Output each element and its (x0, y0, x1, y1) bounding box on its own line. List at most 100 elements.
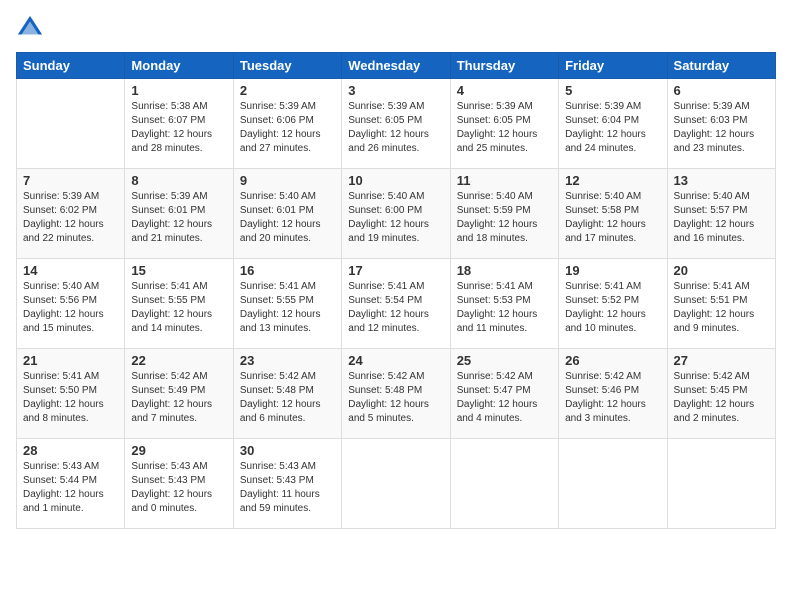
calendar-cell: 26 Sunrise: 5:42 AMSunset: 5:46 PMDayligh… (559, 349, 667, 439)
day-header-friday: Friday (559, 53, 667, 79)
day-number: 22 (131, 353, 226, 368)
calendar-cell: 28Sunrise: 5:43 AMSunset: 5:44 PMDayligh… (17, 439, 125, 529)
day-number: 13 (674, 173, 769, 188)
day-number: 10 (348, 173, 443, 188)
day-number: 17 (348, 263, 443, 278)
day-info: Sunrise: 5:39 AMSunset: 6:04 PMDaylight:… (565, 100, 660, 156)
calendar-cell: 25 Sunrise: 5:42 AMSunset: 5:47 PMDayligh… (450, 349, 558, 439)
day-info: Sunrise: 5:39 AMSunset: 6:06 PMDaylight:… (240, 100, 335, 156)
calendar-cell: 24 Sunrise: 5:42 AMSunset: 5:48 PMDayligh… (342, 349, 450, 439)
day-header-saturday: Saturday (667, 53, 775, 79)
day-info: Sunrise: 5:42 AMSunset: 5:46 PMDaylight:… (565, 370, 660, 426)
day-info: Sunrise: 5:41 AMSunset: 5:55 PMDaylight:… (131, 280, 226, 336)
day-header-wednesday: Wednesday (342, 53, 450, 79)
calendar-cell: 29 Sunrise: 5:43 AMSunset: 5:43 PMDayligh… (125, 439, 233, 529)
day-number: 1 (131, 83, 226, 98)
day-info: Sunrise: 5:42 AMSunset: 5:45 PMDaylight:… (674, 370, 769, 426)
calendar-cell: 10 Sunrise: 5:40 AMSunset: 6:00 PMDayligh… (342, 169, 450, 259)
calendar-cell: 13 Sunrise: 5:40 AMSunset: 5:57 PMDayligh… (667, 169, 775, 259)
day-number: 30 (240, 443, 335, 458)
day-info: Sunrise: 5:43 AMSunset: 5:44 PMDaylight:… (23, 460, 118, 516)
day-info: Sunrise: 5:41 AMSunset: 5:54 PMDaylight:… (348, 280, 443, 336)
calendar-cell: 17 Sunrise: 5:41 AMSunset: 5:54 PMDayligh… (342, 259, 450, 349)
day-number: 4 (457, 83, 552, 98)
calendar-cell: 4 Sunrise: 5:39 AMSunset: 6:05 PMDaylight… (450, 79, 558, 169)
calendar-cell: 6Sunrise: 5:39 AMSunset: 6:03 PMDaylight… (667, 79, 775, 169)
day-info: Sunrise: 5:38 AMSunset: 6:07 PMDaylight:… (131, 100, 226, 156)
calendar-cell: 9 Sunrise: 5:40 AMSunset: 6:01 PMDaylight… (233, 169, 341, 259)
day-number: 19 (565, 263, 660, 278)
page-header (16, 16, 776, 44)
calendar-cell (667, 439, 775, 529)
calendar-cell (450, 439, 558, 529)
calendar-cell (17, 79, 125, 169)
day-number: 11 (457, 173, 552, 188)
calendar-cell: 12 Sunrise: 5:40 AMSunset: 5:58 PMDayligh… (559, 169, 667, 259)
day-number: 6 (674, 83, 769, 98)
calendar-header-row: SundayMondayTuesdayWednesdayThursdayFrid… (17, 53, 776, 79)
day-info: Sunrise: 5:40 AMSunset: 6:00 PMDaylight:… (348, 190, 443, 246)
day-number: 2 (240, 83, 335, 98)
day-info: Sunrise: 5:39 AMSunset: 6:02 PMDaylight:… (23, 190, 118, 246)
day-info: Sunrise: 5:39 AMSunset: 6:01 PMDaylight:… (131, 190, 226, 246)
week-row-2: 7 Sunrise: 5:39 AMSunset: 6:02 PMDaylight… (17, 169, 776, 259)
calendar-cell: 19 Sunrise: 5:41 AMSunset: 5:52 PMDayligh… (559, 259, 667, 349)
day-info: Sunrise: 5:40 AMSunset: 5:58 PMDaylight:… (565, 190, 660, 246)
day-info: Sunrise: 5:42 AMSunset: 5:48 PMDaylight:… (240, 370, 335, 426)
day-header-tuesday: Tuesday (233, 53, 341, 79)
day-number: 25 (457, 353, 552, 368)
day-info: Sunrise: 5:40 AMSunset: 5:56 PMDaylight:… (23, 280, 118, 336)
day-info: Sunrise: 5:40 AMSunset: 6:01 PMDaylight:… (240, 190, 335, 246)
day-number: 27 (674, 353, 769, 368)
week-row-3: 14 Sunrise: 5:40 AMSunset: 5:56 PMDayligh… (17, 259, 776, 349)
calendar-cell: 8 Sunrise: 5:39 AMSunset: 6:01 PMDaylight… (125, 169, 233, 259)
day-info: Sunrise: 5:41 AMSunset: 5:55 PMDaylight:… (240, 280, 335, 336)
day-number: 21 (23, 353, 118, 368)
day-header-monday: Monday (125, 53, 233, 79)
calendar-cell: 30 Sunrise: 5:43 AMSunset: 5:43 PMDayligh… (233, 439, 341, 529)
calendar-cell: 15 Sunrise: 5:41 AMSunset: 5:55 PMDayligh… (125, 259, 233, 349)
calendar-cell: 18Sunrise: 5:41 AMSunset: 5:53 PMDayligh… (450, 259, 558, 349)
calendar-cell: 14 Sunrise: 5:40 AMSunset: 5:56 PMDayligh… (17, 259, 125, 349)
day-info: Sunrise: 5:39 AMSunset: 6:05 PMDaylight:… (348, 100, 443, 156)
day-info: Sunrise: 5:41 AMSunset: 5:50 PMDaylight:… (23, 370, 118, 426)
calendar-cell: 16 Sunrise: 5:41 AMSunset: 5:55 PMDayligh… (233, 259, 341, 349)
day-number: 7 (23, 173, 118, 188)
calendar-cell: 22Sunrise: 5:42 AMSunset: 5:49 PMDayligh… (125, 349, 233, 439)
calendar-cell (559, 439, 667, 529)
day-number: 16 (240, 263, 335, 278)
logo-icon (16, 14, 44, 42)
calendar-cell: 5 Sunrise: 5:39 AMSunset: 6:04 PMDaylight… (559, 79, 667, 169)
logo (16, 16, 46, 44)
day-info: Sunrise: 5:39 AMSunset: 6:05 PMDaylight:… (457, 100, 552, 156)
week-row-1: 1 Sunrise: 5:38 AMSunset: 6:07 PMDaylight… (17, 79, 776, 169)
day-number: 15 (131, 263, 226, 278)
calendar-table: SundayMondayTuesdayWednesdayThursdayFrid… (16, 52, 776, 529)
day-number: 26 (565, 353, 660, 368)
day-info: Sunrise: 5:43 AMSunset: 5:43 PMDaylight:… (131, 460, 226, 516)
calendar-cell: 11 Sunrise: 5:40 AMSunset: 5:59 PMDayligh… (450, 169, 558, 259)
day-number: 14 (23, 263, 118, 278)
day-number: 29 (131, 443, 226, 458)
calendar-cell: 27 Sunrise: 5:42 AMSunset: 5:45 PMDayligh… (667, 349, 775, 439)
day-info: Sunrise: 5:40 AMSunset: 5:57 PMDaylight:… (674, 190, 769, 246)
day-info: Sunrise: 5:43 AMSunset: 5:43 PMDaylight:… (240, 460, 335, 516)
day-number: 9 (240, 173, 335, 188)
day-info: Sunrise: 5:41 AMSunset: 5:52 PMDaylight:… (565, 280, 660, 336)
day-number: 20 (674, 263, 769, 278)
day-info: Sunrise: 5:42 AMSunset: 5:47 PMDaylight:… (457, 370, 552, 426)
day-number: 8 (131, 173, 226, 188)
calendar-cell: 2 Sunrise: 5:39 AMSunset: 6:06 PMDaylight… (233, 79, 341, 169)
week-row-4: 21 Sunrise: 5:41 AMSunset: 5:50 PMDayligh… (17, 349, 776, 439)
calendar-cell: 3Sunrise: 5:39 AMSunset: 6:05 PMDaylight… (342, 79, 450, 169)
day-info: Sunrise: 5:42 AMSunset: 5:48 PMDaylight:… (348, 370, 443, 426)
day-info: Sunrise: 5:40 AMSunset: 5:59 PMDaylight:… (457, 190, 552, 246)
day-number: 18 (457, 263, 552, 278)
day-info: Sunrise: 5:41 AMSunset: 5:51 PMDaylight:… (674, 280, 769, 336)
calendar-cell: 1 Sunrise: 5:38 AMSunset: 6:07 PMDaylight… (125, 79, 233, 169)
calendar-cell: 21 Sunrise: 5:41 AMSunset: 5:50 PMDayligh… (17, 349, 125, 439)
day-number: 5 (565, 83, 660, 98)
day-number: 23 (240, 353, 335, 368)
day-number: 12 (565, 173, 660, 188)
day-number: 24 (348, 353, 443, 368)
